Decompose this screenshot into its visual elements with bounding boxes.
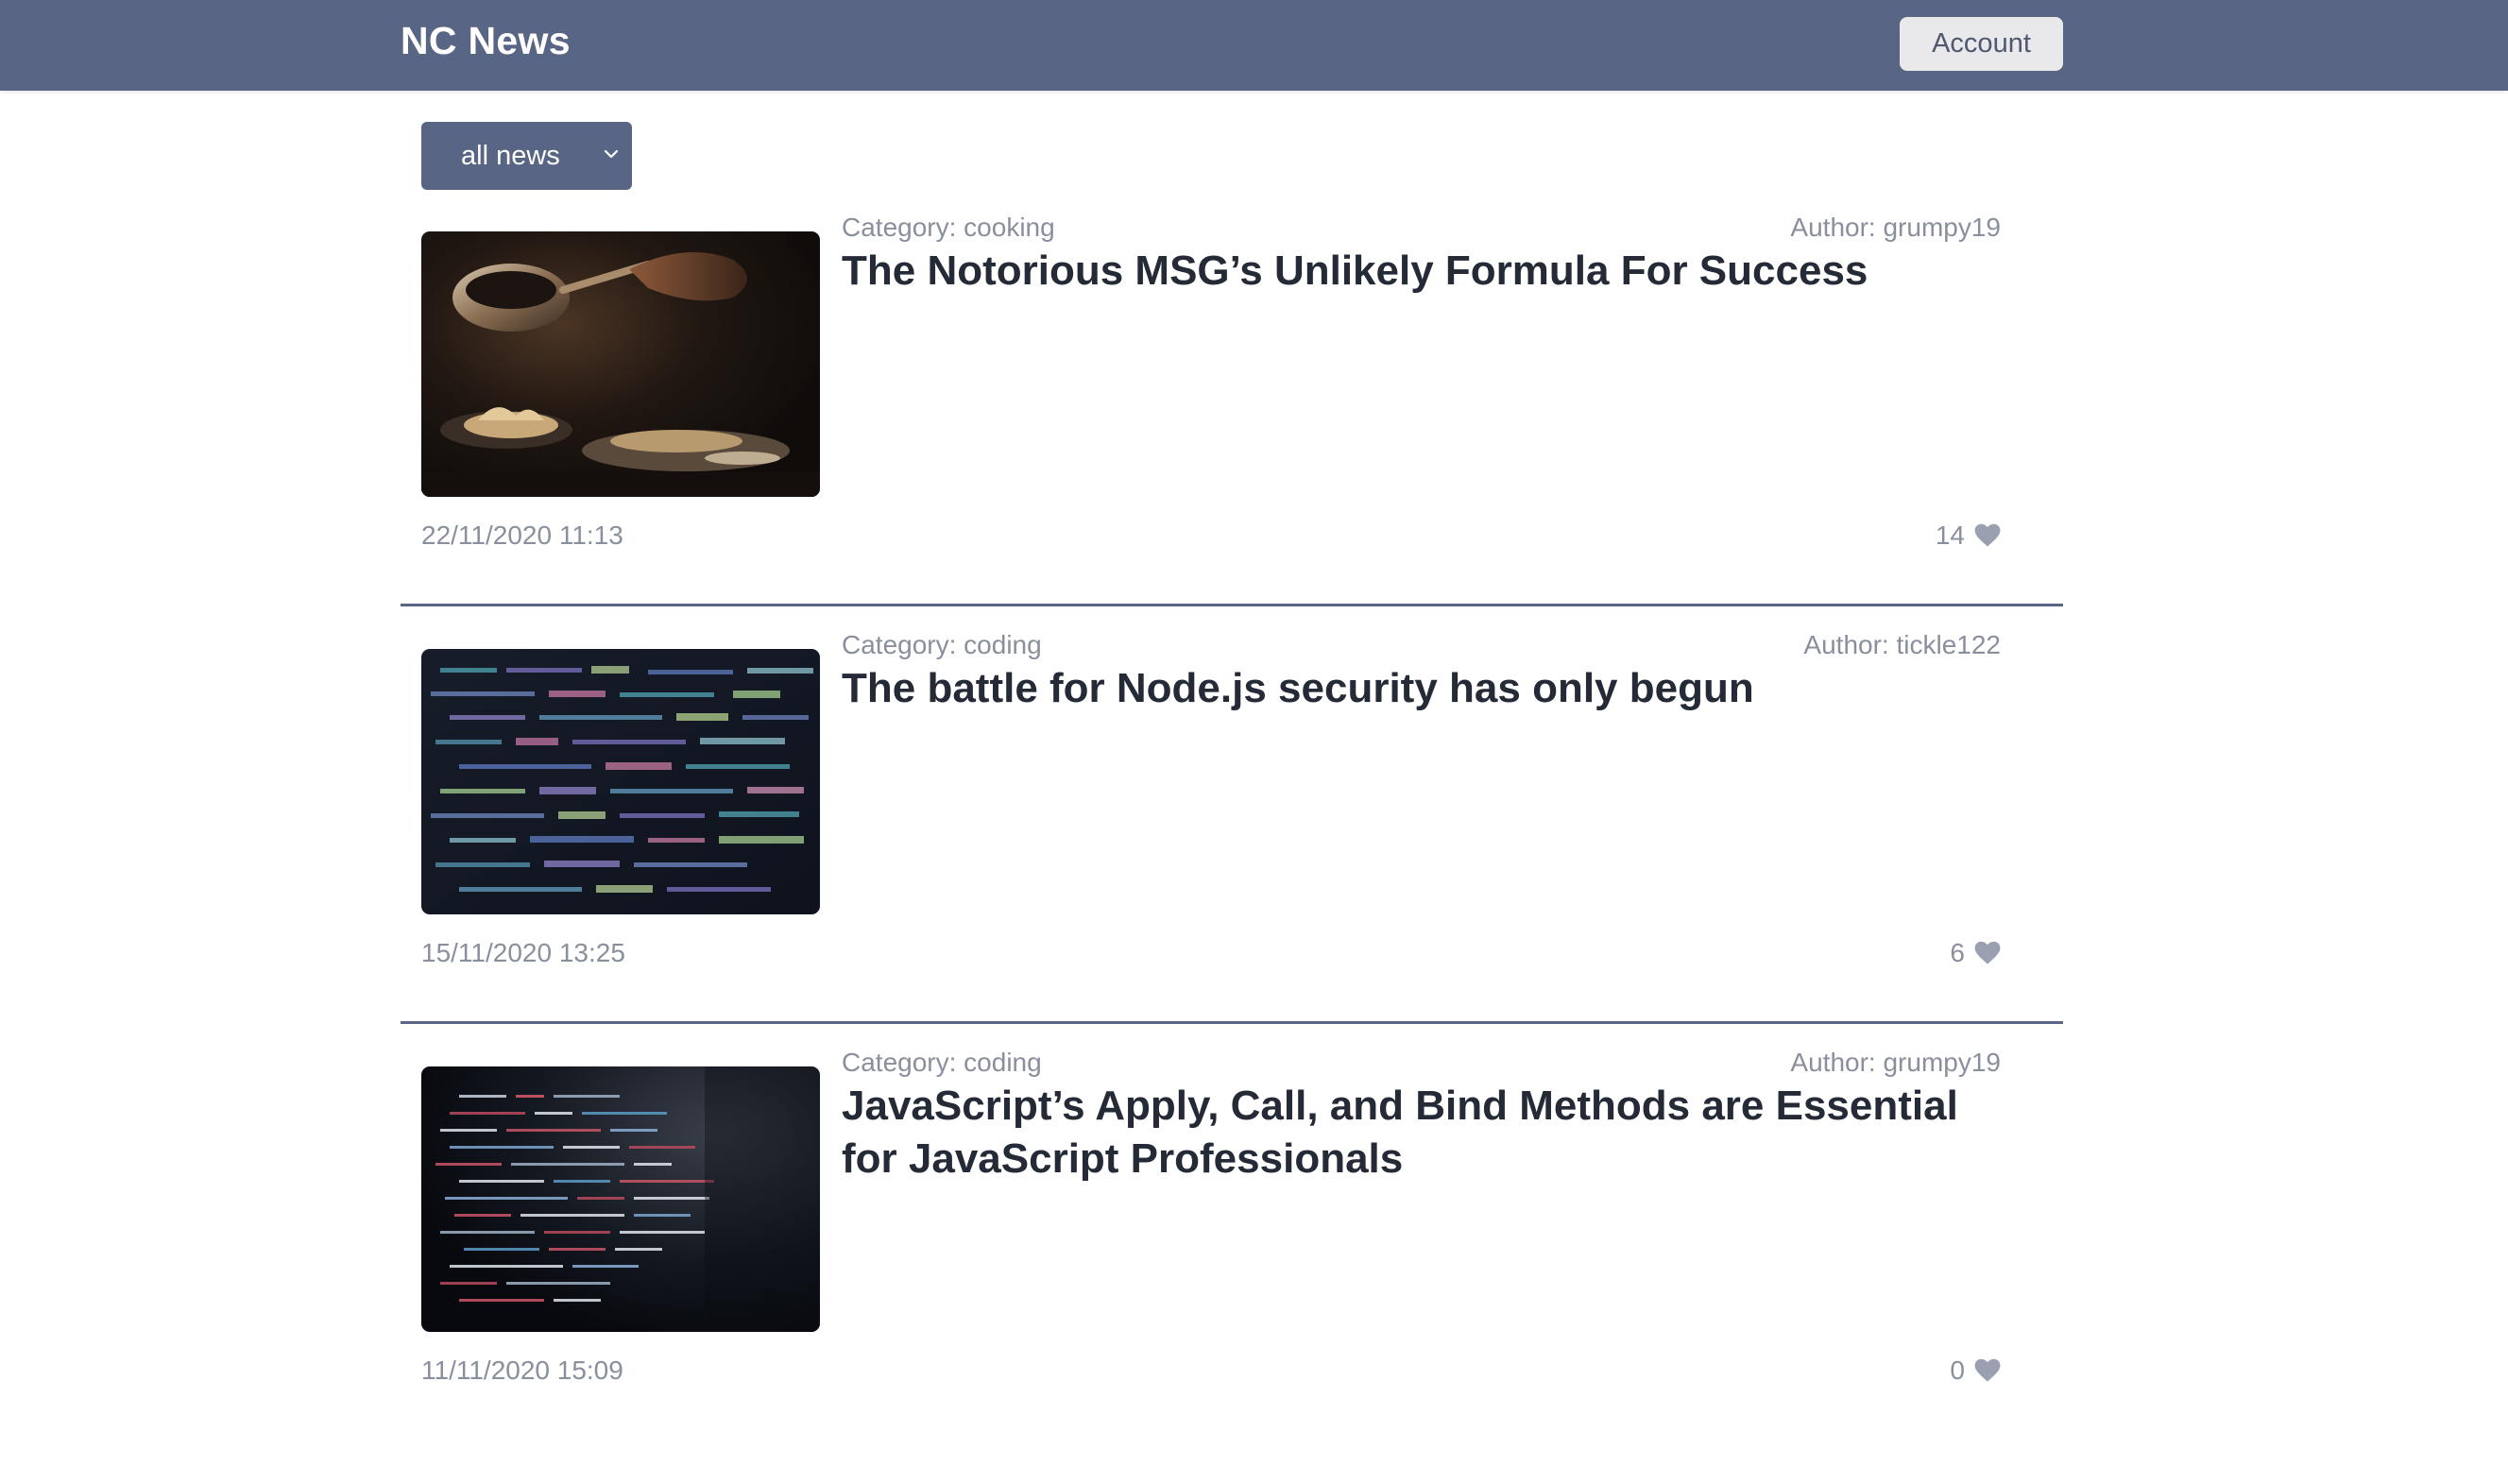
site-logo-title[interactable]: NC News (401, 19, 571, 63)
topic-filter-value: all news (461, 140, 560, 171)
account-button[interactable]: Account (1900, 17, 2063, 71)
article-card: Category: coding Author: grumpy19 JavaSc… (401, 1048, 2063, 1484)
article-author: Author: tickle122 (1803, 630, 2001, 659)
chevron-down-icon (604, 149, 619, 159)
heart-icon[interactable] (1974, 1358, 2001, 1383)
article-category: Category: cooking (842, 213, 1055, 242)
article-title[interactable]: The battle for Node.js security has only… (842, 662, 2013, 715)
article-title[interactable]: The Notorious MSG’s Unlikely Formula For… (842, 245, 2013, 298)
article-thumbnail[interactable] (421, 1066, 820, 1332)
vote-count: 0 (1950, 1356, 1965, 1385)
article-title[interactable]: JavaScript’s Apply, Call, and Bind Metho… (842, 1080, 2013, 1185)
article-category: Category: coding (842, 630, 1042, 659)
code-screen-image (421, 649, 820, 914)
article-votes: 14 (1936, 520, 2001, 551)
heart-icon[interactable] (1974, 941, 2001, 965)
article-category: Category: coding (842, 1048, 1042, 1077)
article-thumbnail[interactable] (421, 649, 820, 914)
article-date: 11/11/2020 15:09 (421, 1356, 623, 1385)
article-votes: 6 (1950, 938, 2001, 968)
article-votes: 0 (1950, 1356, 2001, 1386)
cooking-image (421, 231, 820, 497)
vote-count: 14 (1935, 520, 1965, 550)
article-card: Category: cooking Author: grumpy19 The N… (401, 213, 2063, 649)
article-thumbnail[interactable] (421, 231, 820, 497)
vote-count: 6 (1950, 938, 1965, 967)
top-navbar: NC News Account (0, 0, 2508, 91)
topic-filter-select[interactable]: all news (421, 122, 632, 190)
dark-code-image (421, 1066, 820, 1332)
article-author: Author: grumpy19 (1790, 213, 2001, 242)
article-date: 15/11/2020 13:25 (421, 938, 625, 967)
article-date: 22/11/2020 11:13 (421, 520, 623, 550)
article-card: Category: coding Author: tickle122 The b… (401, 630, 2063, 1066)
heart-icon[interactable] (1974, 523, 2001, 548)
article-divider (401, 1021, 2063, 1024)
article-divider (401, 604, 2063, 606)
article-author: Author: grumpy19 (1790, 1048, 2001, 1077)
